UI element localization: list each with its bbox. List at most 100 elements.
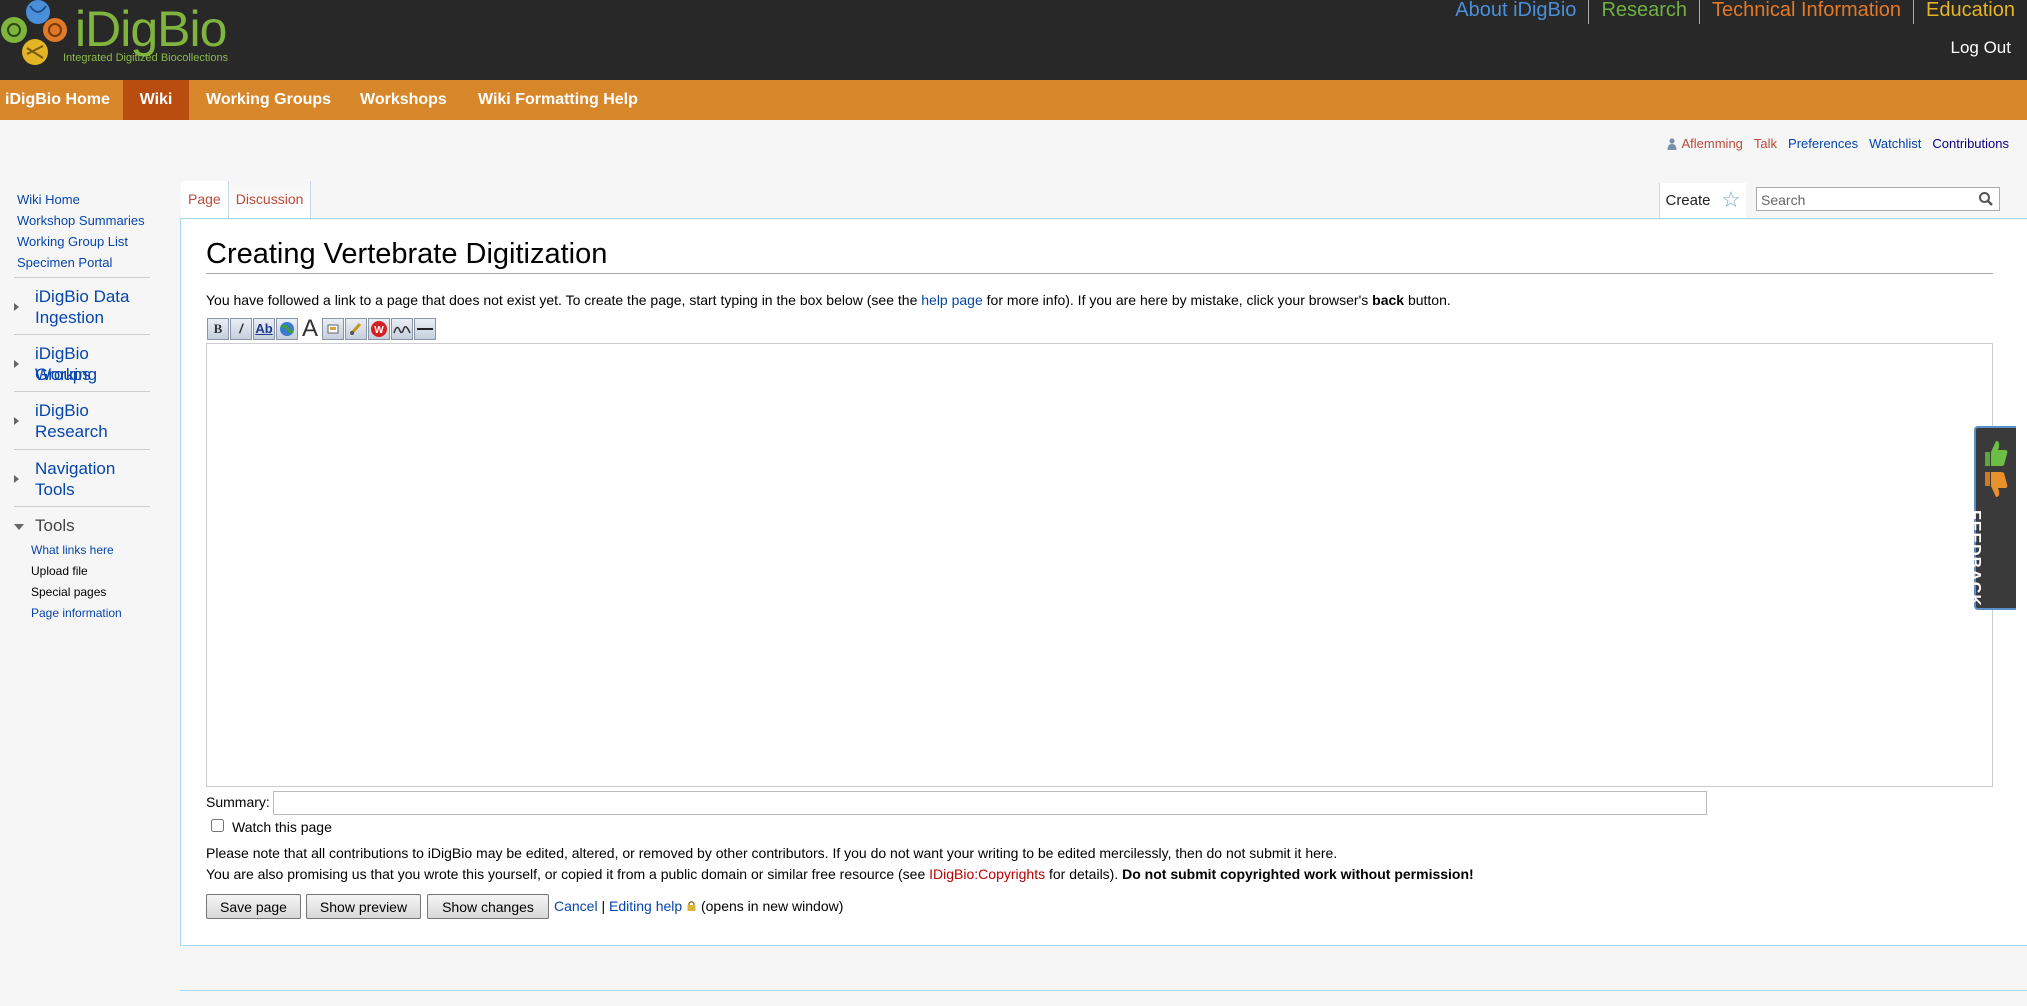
- portal-heading-line2[interactable]: Research: [35, 421, 108, 442]
- lock-icon: [687, 901, 696, 911]
- top-link-education[interactable]: Education: [1914, 0, 2015, 24]
- portal-heading-line1[interactable]: Navigation: [35, 458, 115, 479]
- sidebar-link-specimen-portal[interactable]: Specimen Portal: [17, 255, 112, 270]
- search-input[interactable]: [1759, 189, 1973, 211]
- menu-item-idigbio-home[interactable]: iDigBio Home: [5, 80, 110, 120]
- portal-navigation-tools[interactable]: Navigation Tools: [14, 449, 150, 499]
- edit-options: Cancel | Editing help (opens in new wind…: [554, 898, 843, 914]
- intro-text-middle: for more info). If you are here by mista…: [982, 292, 1373, 308]
- portal-heading-line2[interactable]: Ingestion: [35, 307, 104, 328]
- tab-discussion[interactable]: Discussion: [228, 181, 312, 218]
- watch-this-page-label[interactable]: Watch this page: [232, 819, 332, 835]
- summary-input[interactable]: [273, 791, 1707, 815]
- portal-data-ingestion[interactable]: iDigBio Data Ingestion: [14, 277, 150, 327]
- top-link-about[interactable]: About iDigBio: [1443, 0, 1590, 24]
- copyrights-link[interactable]: IDigBio:Copyrights: [929, 866, 1045, 882]
- edit-notice-contributions: Please note that all contributions to iD…: [206, 845, 1338, 861]
- expand-arrow-icon: [14, 303, 19, 311]
- tool-special-pages[interactable]: Special pages: [31, 585, 106, 599]
- menu-item-wiki-formatting-help[interactable]: Wiki Formatting Help: [478, 80, 638, 120]
- thumbs-down-icon[interactable]: [1982, 470, 2010, 500]
- edit-notice-copyright: You are also promising us that you wrote…: [206, 866, 1474, 882]
- user-page-link[interactable]: Aflemming: [1682, 136, 1743, 151]
- site-header: iDigBio Integrated Digitized Biocollecti…: [0, 0, 2027, 80]
- portal-heading-line1[interactable]: iDigBio: [35, 400, 89, 421]
- main-menu: iDigBio Home Wiki Working Groups Worksho…: [0, 80, 2027, 120]
- tools-heading[interactable]: Tools: [35, 515, 75, 536]
- expand-arrow-icon: [14, 360, 19, 368]
- copyright-warning: Do not submit copyrighted work without p…: [1122, 866, 1474, 882]
- italic-icon[interactable]: /: [230, 318, 252, 340]
- intro-text-end: button.: [1404, 292, 1451, 308]
- bold-icon[interactable]: B: [207, 318, 229, 340]
- wikitext-editor[interactable]: [206, 343, 1993, 787]
- expand-arrow-icon: [14, 417, 19, 425]
- page-title: Creating Vertebrate Digitization: [206, 238, 608, 270]
- opens-new-window-note: (opens in new window): [700, 898, 844, 914]
- portal-working-groups[interactable]: iDigBio Working Groups: [14, 334, 150, 384]
- watch-star-icon[interactable]: ☆: [1716, 183, 1746, 218]
- footer-divider: [180, 990, 2027, 991]
- talk-link[interactable]: Talk: [1754, 136, 1777, 151]
- tool-upload-file[interactable]: Upload file: [31, 564, 88, 578]
- preferences-link[interactable]: Preferences: [1788, 136, 1858, 151]
- editing-help-link[interactable]: Editing help: [609, 898, 682, 914]
- save-page-button[interactable]: Save page: [206, 894, 301, 919]
- idigbio-logo[interactable]: iDigBio Integrated Digitized Biocollecti…: [0, 0, 240, 70]
- file-link-icon[interactable]: [345, 318, 367, 340]
- portal-heading-line2[interactable]: Tools: [35, 479, 75, 500]
- horizontal-line-icon[interactable]: [414, 318, 436, 340]
- signature-icon[interactable]: [391, 318, 413, 340]
- tool-what-links-here[interactable]: What links here: [31, 543, 114, 557]
- tab-page[interactable]: Page: [181, 181, 229, 218]
- menu-item-working-groups[interactable]: Working Groups: [206, 80, 331, 120]
- collapse-arrow-icon: [14, 524, 24, 530]
- embedded-file-icon[interactable]: [322, 318, 344, 340]
- copyright-notice-middle: for details).: [1045, 866, 1123, 882]
- user-icon: [1667, 137, 1676, 150]
- show-preview-button[interactable]: Show preview: [306, 894, 421, 919]
- search-icon[interactable]: [1977, 190, 1995, 208]
- portal-heading-line1[interactable]: iDigBio Data: [35, 286, 130, 307]
- show-changes-button[interactable]: Show changes: [427, 894, 549, 919]
- edit-toolbar: B / Ab A W: [207, 317, 436, 341]
- portal-tools[interactable]: Tools: [14, 506, 150, 535]
- tool-page-information[interactable]: Page information: [31, 606, 122, 620]
- separator: |: [601, 898, 606, 914]
- intro-text-start: You have followed a link to a page that …: [206, 292, 922, 308]
- menu-item-workshops[interactable]: Workshops: [360, 80, 447, 120]
- copyright-notice-start: You are also promising us that you wrote…: [206, 866, 930, 882]
- logo-text: iDigBio: [75, 1, 227, 57]
- top-navigation: About iDigBio Research Technical Informa…: [1443, 0, 2015, 24]
- top-link-research[interactable]: Research: [1589, 0, 1701, 24]
- logout-link[interactable]: Log Out: [1951, 38, 2012, 58]
- intro-text-bold: back: [1372, 292, 1405, 308]
- external-link-icon[interactable]: [276, 318, 298, 340]
- svg-text:W: W: [374, 325, 384, 336]
- cancel-link[interactable]: Cancel: [554, 898, 598, 914]
- sidebar-link-working-group-list[interactable]: Working Group List: [17, 234, 128, 249]
- feedback-label[interactable]: FEEDBACK: [1965, 510, 1983, 607]
- contributions-link[interactable]: Contributions: [1932, 136, 2009, 151]
- title-divider: [206, 273, 1993, 274]
- sidebar-link-wiki-home[interactable]: Wiki Home: [17, 192, 80, 207]
- logo-tagline: Integrated Digitized Biocollections: [63, 52, 229, 64]
- summary-label: Summary:: [206, 794, 270, 810]
- namespace-tabs: Page Discussion: [181, 181, 312, 218]
- personal-tools: Aflemming Talk Preferences Watchlist Con…: [1667, 136, 2009, 151]
- portal-heading-line2[interactable]: Groups: [35, 364, 91, 385]
- expand-arrow-icon: [14, 475, 19, 483]
- internal-link-icon[interactable]: Ab: [253, 318, 275, 340]
- watch-this-page-checkbox[interactable]: [211, 819, 224, 832]
- top-link-technical-information[interactable]: Technical Information: [1700, 0, 1915, 24]
- sidebar-link-workshop-summaries[interactable]: Workshop Summaries: [17, 213, 145, 228]
- watchlist-link[interactable]: Watchlist: [1869, 136, 1921, 151]
- help-page-link[interactable]: help page: [921, 292, 983, 308]
- nowiki-icon[interactable]: W: [368, 318, 390, 340]
- tab-create[interactable]: Create: [1659, 183, 1716, 218]
- heading-icon[interactable]: A: [299, 317, 321, 341]
- intro-text: You have followed a link to a page that …: [206, 292, 1451, 308]
- portal-research[interactable]: iDigBio Research: [14, 391, 150, 441]
- menu-item-wiki[interactable]: Wiki: [123, 80, 189, 120]
- thumbs-up-icon[interactable]: [1982, 438, 2010, 468]
